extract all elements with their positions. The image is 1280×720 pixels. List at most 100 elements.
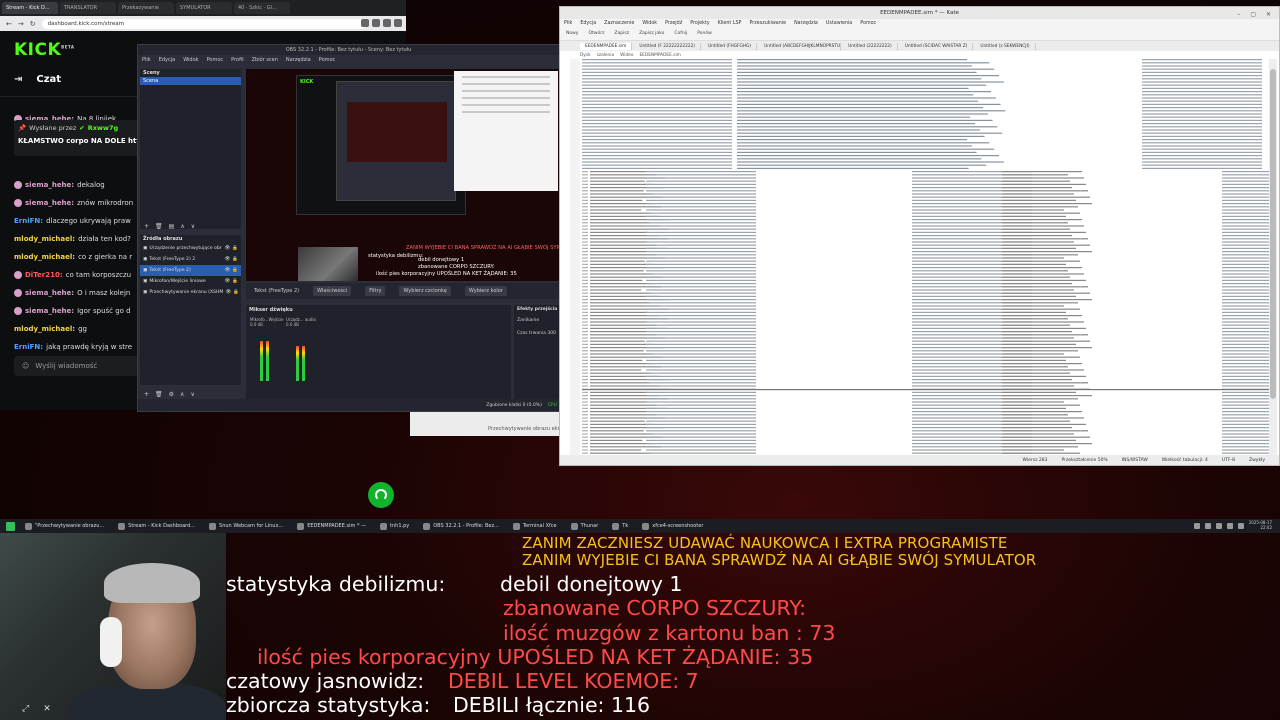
visibility-icon[interactable]: 👁 <box>224 246 230 251</box>
pinned-user[interactable]: Rxww7g <box>88 124 118 132</box>
kate-menu-item[interactable]: Ustawienia <box>826 21 852 26</box>
kate-tab[interactable]: Untitled (F 22222222222) <box>634 42 701 50</box>
lock-icon[interactable]: 🔒 <box>232 257 238 262</box>
network-icon[interactable] <box>1193 522 1200 529</box>
source-item[interactable]: ▣ Mikrofon/Wejście liniowe 👁 🔒 <box>140 276 241 287</box>
kate-toolbar-button[interactable]: Zapisz <box>614 31 629 36</box>
chat-message[interactable]: ErniFN: dlaczego ukrywają praw <box>14 212 142 230</box>
bluetooth-icon[interactable] <box>1204 522 1211 529</box>
obs-menu-item[interactable]: Pomoc <box>319 57 336 63</box>
breadcrumb-item[interactable]: Dysk <box>580 53 591 58</box>
kate-toolbar-button[interactable]: Zapisz jako <box>639 31 664 36</box>
select-color-button[interactable]: Wybierz kolor <box>464 286 507 296</box>
lock-icon[interactable]: 🔒 <box>232 279 238 284</box>
scene-item[interactable]: Scena <box>140 77 241 85</box>
down-icon[interactable]: ∨ <box>190 391 194 398</box>
volume-meter[interactable] <box>266 341 269 381</box>
chat-message[interactable]: siema_hehe: dekalog <box>14 176 142 194</box>
mic-icon[interactable] <box>1215 522 1222 529</box>
chat-username[interactable]: mlody_michael: <box>14 325 75 333</box>
taskbar-item[interactable]: Tk <box>612 522 628 530</box>
address-input[interactable]: dashboard.kick.com/stream <box>41 18 366 29</box>
breadcrumb-item[interactable]: szalenia <box>597 53 615 58</box>
obs-menu-item[interactable]: Edycja <box>159 57 176 63</box>
kate-menu-item[interactable]: Zaznaczenie <box>604 21 634 26</box>
duration-input[interactable]: 300 <box>547 331 556 336</box>
window-buttons[interactable]: – ▢ ✕ <box>1237 9 1275 21</box>
visibility-icon[interactable]: 👁 <box>224 279 230 284</box>
start-menu-icon[interactable] <box>6 521 15 531</box>
chat-username[interactable]: siema_hehe: <box>25 199 74 207</box>
kate-toolbar-button[interactable]: Otwórz <box>588 31 604 36</box>
obs-menu-item[interactable]: Profil <box>231 57 243 63</box>
back-icon[interactable]: ← <box>6 20 12 28</box>
browser-tab[interactable]: TRANSLATOR <box>60 2 116 14</box>
taskbar-item[interactable]: Stream - Kick Dashboard... <box>118 522 195 530</box>
kate-menu-item[interactable]: Projekty <box>690 21 709 26</box>
add-icon[interactable]: + <box>144 223 149 230</box>
source-item[interactable]: ▣ Tekst (FreeType 2) 2 👁 🔒 <box>140 254 241 265</box>
kate-menu-item[interactable]: Przejdź <box>665 21 682 26</box>
kate-tab[interactable]: Untitled (FHGFGHG) <box>703 42 758 50</box>
obs-menu-item[interactable]: Narzędzia <box>286 57 311 63</box>
kate-tab[interactable]: Untitled (22222222) <box>843 42 898 50</box>
chat-message[interactable]: siema_hehe: O i masz kolejn <box>14 284 142 302</box>
up-icon[interactable]: ∧ <box>180 223 184 230</box>
emote-icon[interactable]: ☺ <box>22 362 29 370</box>
add-icon[interactable]: + <box>144 391 149 398</box>
select-font-button[interactable]: Wybierz czcionkę <box>399 286 451 296</box>
obs-menu-item[interactable]: Widok <box>183 57 198 63</box>
close-icon[interactable]: ✕ <box>43 704 51 714</box>
chat-message[interactable]: mlody_michael: co z gierka na r <box>14 248 142 266</box>
remove-icon[interactable]: 🗑 <box>155 391 163 398</box>
up-icon[interactable]: ∧ <box>180 391 184 398</box>
obs-menu-item[interactable]: Zbiór scen <box>252 57 278 63</box>
zoom-badge-icon[interactable] <box>361 19 369 27</box>
chat-username[interactable]: siema_hehe: <box>25 289 74 297</box>
chat-username[interactable]: ErniFN: <box>14 217 43 225</box>
settings-icon[interactable]: ⚙ <box>169 391 174 398</box>
reload-icon[interactable]: ↻ <box>30 20 36 28</box>
kick-logo[interactable]: KICKBETA <box>14 40 74 60</box>
source-item[interactable]: ▣ Urządzenie przechwytujące obr 👁 🔒 <box>140 243 241 254</box>
taskbar-item[interactable]: tnh1.py <box>380 522 409 530</box>
chat-username[interactable]: ErniFN: <box>14 343 43 351</box>
browser-tab[interactable]: Stream - Kick D... <box>2 2 58 14</box>
power-icon[interactable] <box>1237 522 1244 529</box>
visibility-icon[interactable]: 👁 <box>225 290 231 295</box>
kate-tab[interactable]: EEDENMPADEE.sim <box>580 42 633 50</box>
kate-menu-item[interactable]: Przeszukiwanie <box>749 21 786 26</box>
chat-message[interactable]: mlody_michael: gg <box>14 320 142 338</box>
volume-icon[interactable] <box>1226 522 1233 529</box>
breadcrumb-item[interactable]: Wideo <box>620 53 633 58</box>
chat-username[interactable]: mlody_michael: <box>14 253 75 261</box>
lock-icon[interactable]: 🔒 <box>232 246 238 251</box>
screenshot-tool-icon[interactable] <box>368 482 394 508</box>
chat-message[interactable]: mlody_michael: działa ten kod? <box>14 230 142 248</box>
browser-tab[interactable]: Przekazywanie <box>118 2 174 14</box>
kate-menu-item[interactable]: Widok <box>642 21 657 26</box>
browser-tab[interactable]: 40 · Szkic · Gl... <box>234 2 290 14</box>
filters-button[interactable]: Filtry <box>365 286 386 296</box>
chat-input[interactable]: ☺ Wyślij wiadomość <box>14 356 138 376</box>
chat-username[interactable]: DiTer210: <box>25 271 63 279</box>
visibility-icon[interactable]: 👁 <box>224 268 230 273</box>
kate-toolbar-button[interactable]: Nowy <box>566 31 578 36</box>
kate-menu-item[interactable]: Edycja <box>580 21 596 26</box>
volume-meter[interactable] <box>296 346 299 381</box>
kate-toolbar-button[interactable]: Ponów <box>697 31 712 36</box>
chat-message[interactable]: siema_hehe: Igor spuść go d <box>14 302 142 320</box>
kate-tab[interactable]: Untitled (SCIDAC WAISTAR Z) <box>900 42 974 50</box>
remove-icon[interactable]: 🗑 <box>155 223 163 230</box>
kate-menu-item[interactable]: Narzędzia <box>794 21 818 26</box>
taskbar-item[interactable]: Snun Webcam for Linux... <box>209 522 283 530</box>
extension-icon[interactable] <box>383 19 391 27</box>
lock-icon[interactable]: 🔒 <box>233 290 239 295</box>
obs-menu-item[interactable]: Plik <box>142 57 151 63</box>
kate-tab[interactable]: Untitled (z SEKWENCJI) <box>975 42 1036 50</box>
collapse-chat-icon[interactable]: ⇥ <box>14 74 22 85</box>
fullscreen-icon[interactable]: ⤢ <box>22 704 29 714</box>
kate-menu-item[interactable]: Klient LSP <box>718 21 742 26</box>
filter-icon[interactable]: ▤ <box>169 223 175 230</box>
chat-username[interactable]: siema_hehe: <box>25 181 74 189</box>
